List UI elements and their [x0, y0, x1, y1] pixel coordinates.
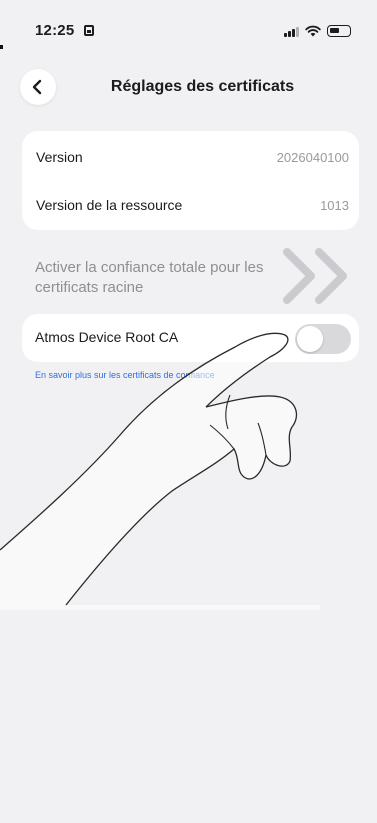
version-row: Version 2026040100: [36, 133, 349, 181]
trust-section-label: Activer la confiance totale pour les cer…: [35, 259, 264, 296]
signal-icon: [284, 26, 299, 37]
page-title: Réglages des certificats: [110, 78, 295, 95]
battery-icon: [327, 25, 351, 37]
pointing-hand-icon: [0, 332, 320, 610]
status-icons: [284, 25, 351, 37]
status-time: 12:25: [35, 22, 75, 39]
info-card: Version 2026040100 Version de la ressour…: [22, 131, 359, 230]
version-value: 2026040100: [276, 149, 349, 165]
resource-version-row: Version de la ressource 1013: [36, 181, 349, 229]
sim-icon: [84, 25, 94, 36]
status-bar: 12:25: [0, 0, 377, 52]
nav-bar: Réglages des certificats: [0, 60, 377, 112]
resource-version-value: 1013: [320, 197, 349, 213]
version-label: Version: [36, 149, 83, 165]
resource-version-label: Version de la ressource: [36, 197, 183, 213]
swipe-right-chevrons-icon: [283, 248, 347, 304]
wifi-icon: [305, 25, 321, 37]
